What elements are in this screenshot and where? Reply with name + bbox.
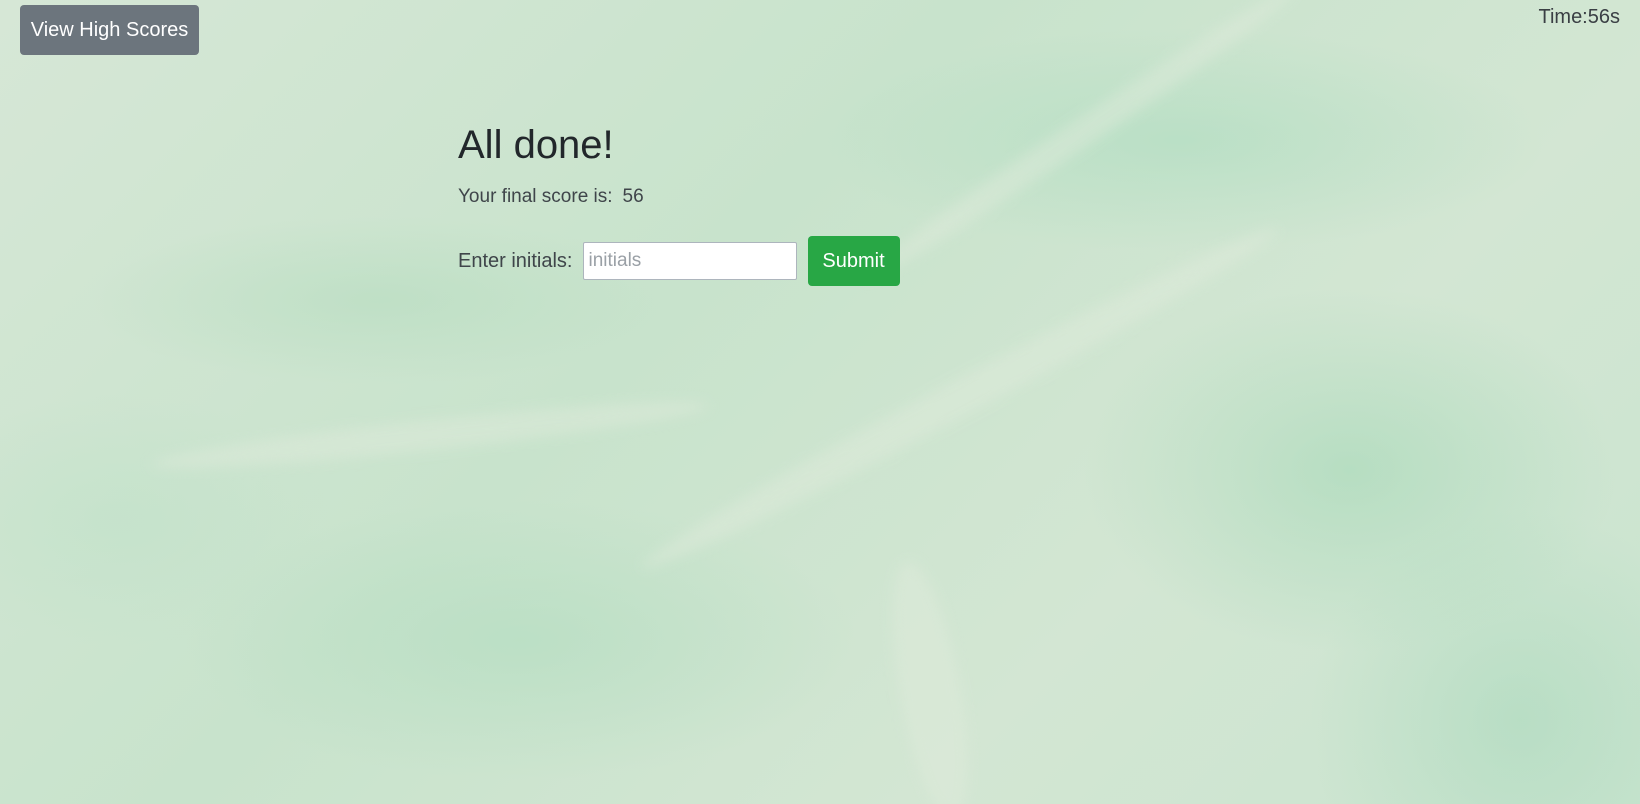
timer-display: Time:56s (1538, 6, 1620, 28)
leaf-stroke-decoration (149, 390, 711, 480)
submit-button[interactable]: Submit (807, 236, 900, 286)
results-panel: All done! Your final score is: 56 Enter i… (458, 116, 900, 286)
final-score-line: Your final score is: 56 (458, 186, 900, 208)
initials-label: Enter initials: (458, 249, 573, 272)
page-title: All done! (458, 123, 614, 167)
final-score-value: 56 (622, 186, 644, 207)
final-score-label: Your final score is: (458, 186, 613, 207)
initials-input[interactable] (582, 242, 797, 280)
initials-form: Enter initials: Submit (458, 236, 900, 286)
view-high-scores-button[interactable]: View High Scores (20, 5, 199, 55)
leaf-stroke-decoration (877, 556, 983, 804)
